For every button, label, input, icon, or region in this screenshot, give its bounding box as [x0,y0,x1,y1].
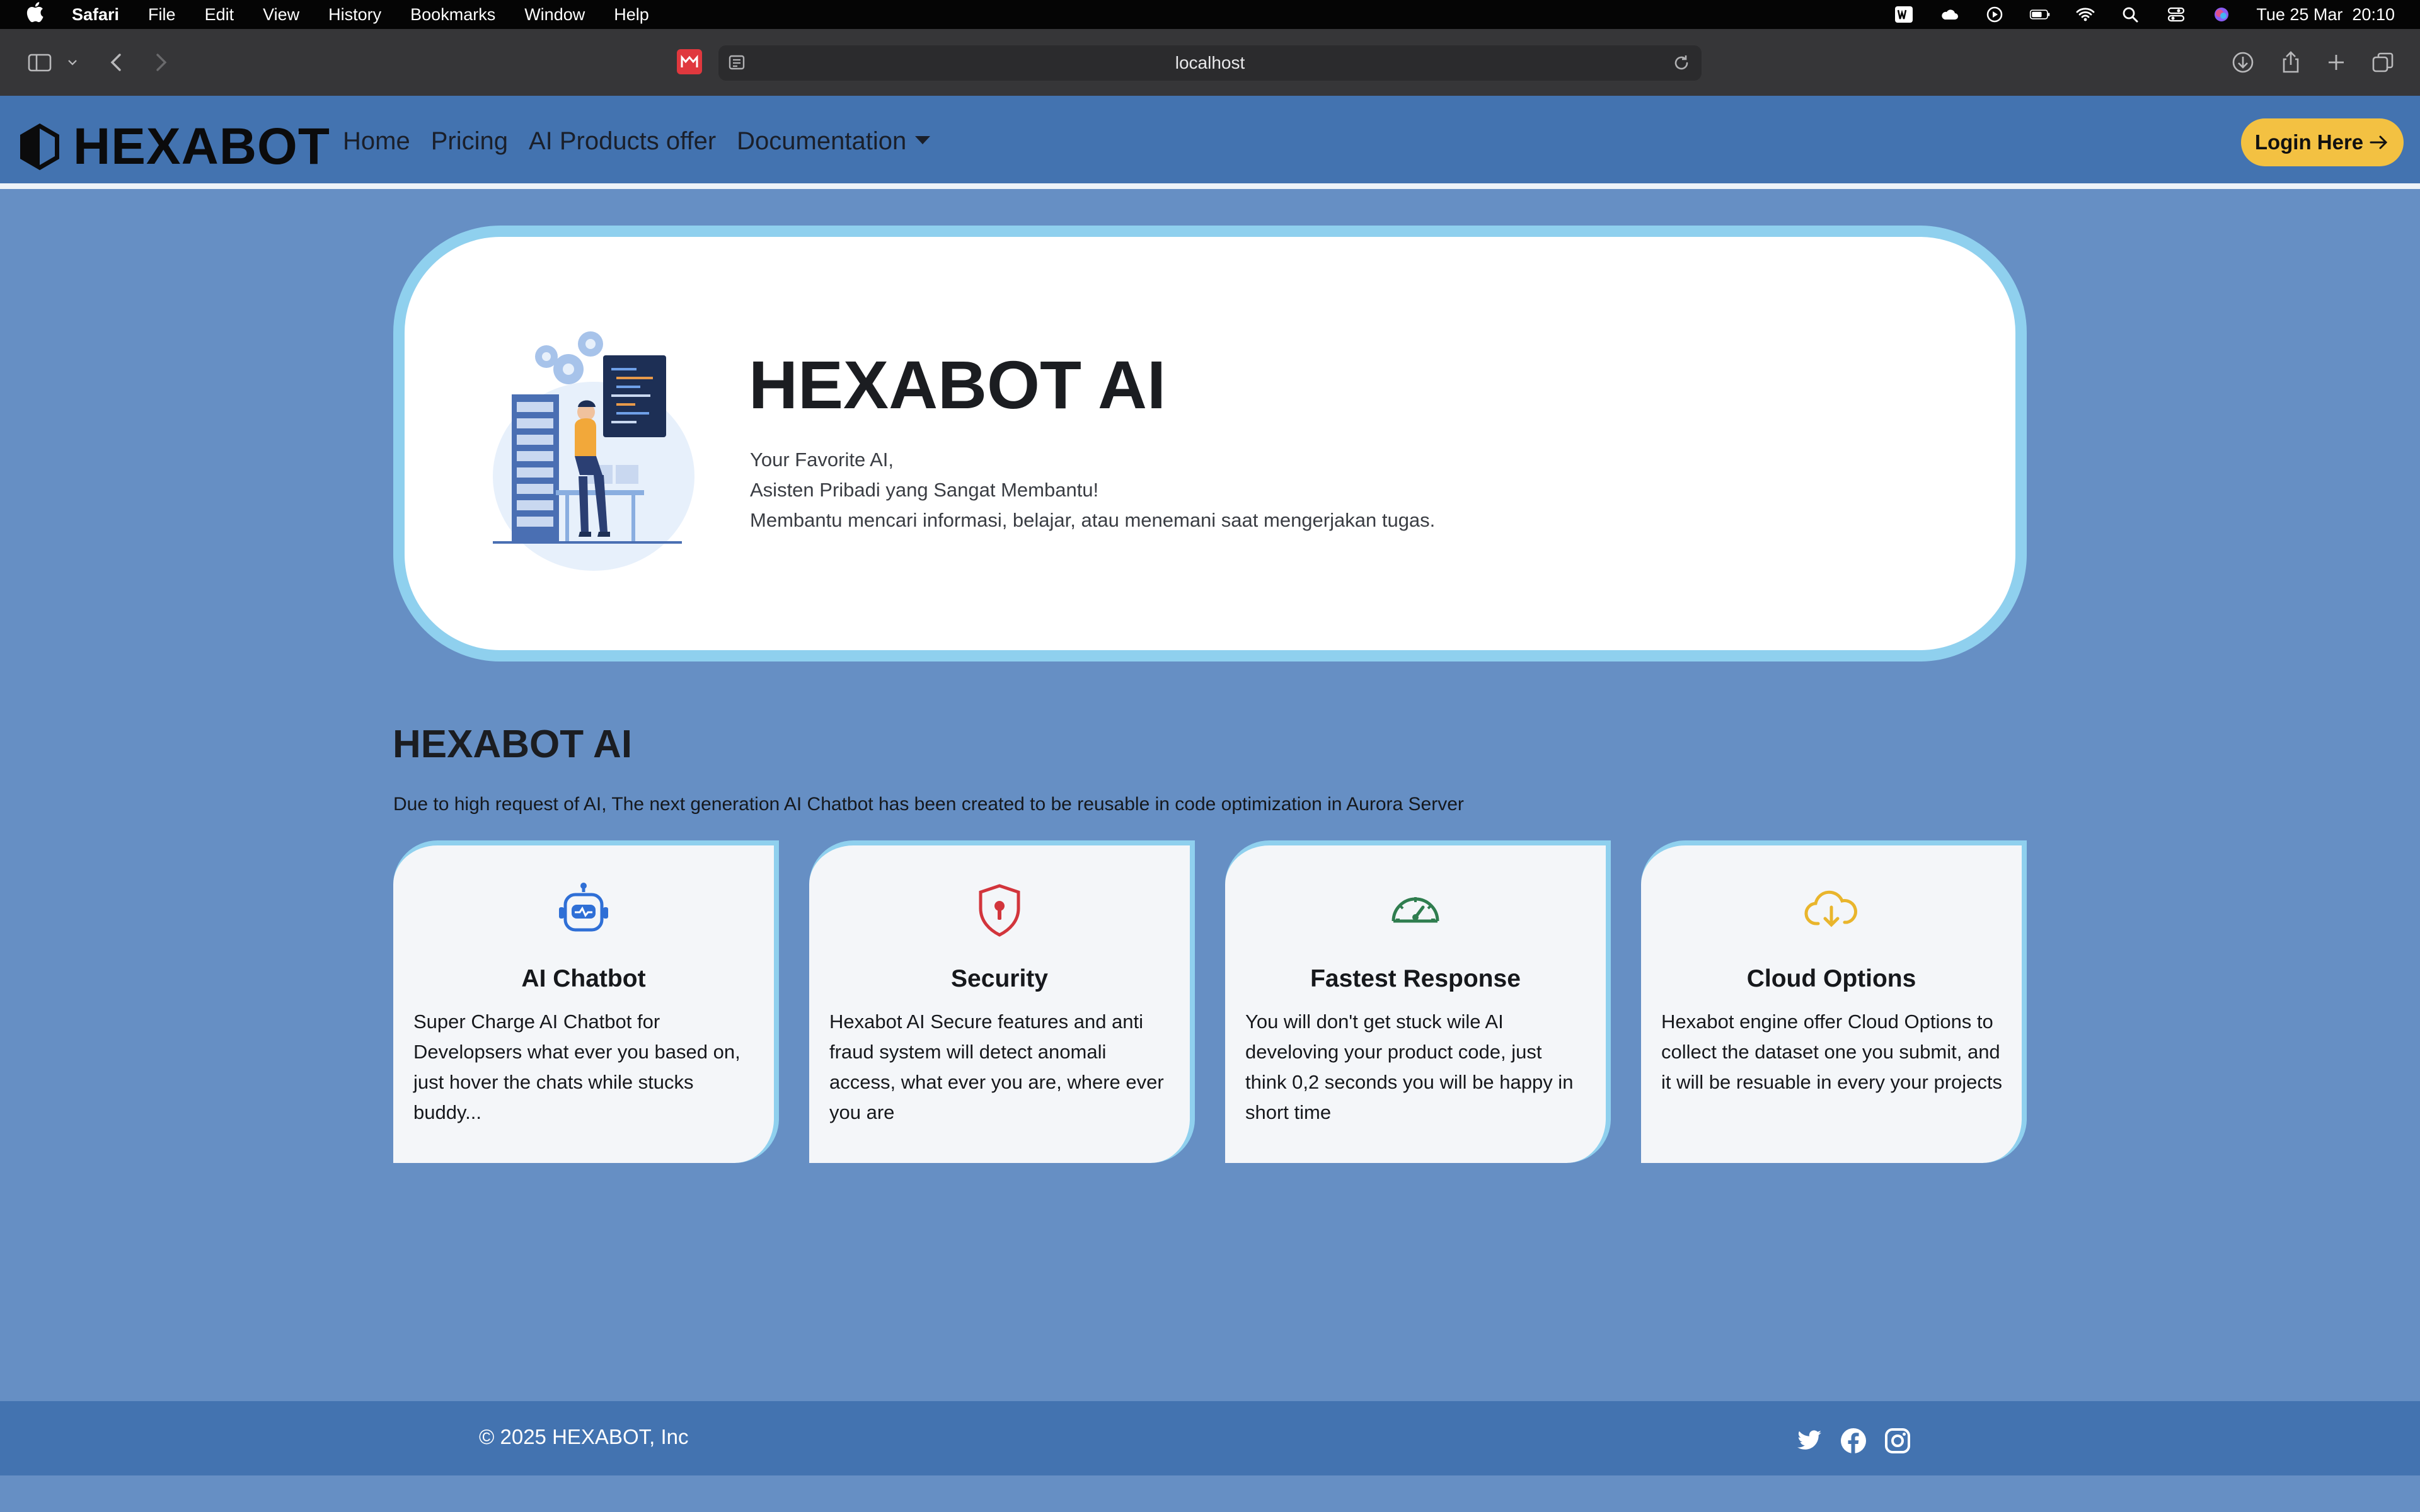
social-links [1795,1426,1912,1455]
hero-card: HEXABOT AI Your Favorite AI, Asisten Pri… [393,226,2027,662]
share-icon[interactable] [2275,29,2307,96]
back-arrow-icon[interactable] [101,29,132,96]
forward-arrow-icon[interactable] [145,29,176,96]
section-description: Due to high request of AI, The next gene… [393,794,1464,815]
copyright-text: © 2025 HEXABOT, Inc [479,1425,689,1448]
brand-logo[interactable]: HEXABOT [16,117,330,176]
menu-window[interactable]: Window [524,5,585,25]
feature-card-security[interactable]: Security Hexabot AI Secure features and … [809,840,1195,1163]
nav-link-documentation-label: Documentation [737,127,907,155]
hero-line: Asisten Pribadi yang Sangat Membantu! [750,479,1099,501]
address-bar[interactable]: localhost [718,45,1702,81]
arrow-right-icon [2370,135,2388,149]
section-title: HEXABOT AI [393,723,633,766]
menu-help[interactable]: Help [614,5,649,25]
play-circle-icon[interactable] [1984,5,2005,24]
menubar-clock[interactable]: Tue 25 Mar 20:10 [2256,5,2395,25]
feature-card-cloud-options[interactable]: Cloud Options Hexabot engine offer Cloud… [1641,840,2027,1163]
cloud-icon[interactable] [1939,5,1960,24]
reload-icon[interactable] [1671,53,1691,73]
twitter-icon[interactable] [1795,1426,1824,1455]
sidebar-toggle-icon[interactable] [24,29,55,96]
feature-card-fastest-response[interactable]: Fastest Response You will don't get stuc… [1225,840,1611,1163]
menu-history[interactable]: History [328,5,381,25]
speedometer-icon [1392,897,1439,923]
menu-bookmarks[interactable]: Bookmarks [410,5,495,25]
apple-menu-icon[interactable] [25,1,44,28]
login-button-label: Login Here [2254,130,2364,154]
card-title: Cloud Options [1746,965,1916,992]
card-title: Security [951,965,1048,992]
instagram-icon[interactable] [1883,1426,1912,1455]
menu-app-safari[interactable]: Safari [72,5,119,25]
nav-link-ai-products[interactable]: AI Products offer [529,127,716,156]
login-button[interactable]: Login Here [2241,118,2404,166]
address-bar-url[interactable]: localhost [1175,53,1245,73]
site-footer: © 2025 HEXABOT, Inc [0,1401,2420,1475]
nav-link-pricing[interactable]: Pricing [431,127,508,156]
hero-tagline: Your Favorite AI, Asisten Pribadi yang S… [750,445,1435,536]
tab-overview-icon[interactable] [2367,29,2399,96]
hero-line: Your Favorite AI, [750,449,894,471]
site-navbar: HEXABOT Home Pricing AI Products offer D… [0,96,2420,189]
card-text: You will don't get stuck wile AI develov… [1245,1011,1574,1123]
card-text: Super Charge AI Chatbot for Developsers … [413,1011,740,1123]
menu-view[interactable]: View [263,5,299,25]
spotlight-search-icon[interactable] [2120,5,2141,24]
downloads-icon[interactable] [2227,29,2259,96]
main-nav: Home Pricing AI Products offer Documenta… [343,127,951,156]
control-center-icon[interactable] [2165,5,2187,24]
shield-lock-icon [979,884,1020,937]
card-text: Hexabot AI Secure features and anti frau… [829,1011,1164,1123]
tab-group-chevron-down-icon[interactable] [63,29,82,96]
caret-down-icon [915,135,931,144]
cloud-download-icon [1804,890,1857,927]
card-title: AI Chatbot [521,965,646,992]
nav-dropdown-documentation[interactable]: Documentation [737,127,931,156]
hexagon-logo-icon [20,123,59,170]
feature-card-ai-chatbot[interactable]: AI Chatbot Super Charge AI Chatbot for D… [393,840,779,1163]
menu-edit[interactable]: Edit [205,5,234,25]
wifi-icon[interactable] [2075,5,2096,24]
card-title: Fastest Response [1310,965,1521,992]
robot-icon [559,883,608,932]
battery-icon[interactable] [2029,5,2051,24]
nav-link-home[interactable]: Home [343,127,410,156]
page-settings-icon[interactable] [727,53,746,72]
developer-illustration-icon [493,331,694,571]
site-favicon-icon [677,49,702,74]
facebook-icon[interactable] [1839,1426,1868,1455]
hero-title: HEXABOT AI [749,346,1167,423]
hero-line: Membantu mencari informasi, belajar, ata… [750,509,1436,531]
word-app-icon[interactable] [1893,5,1915,24]
siri-icon[interactable] [2211,5,2232,24]
macos-menu-bar: Safari File Edit View History Bookmarks … [0,0,2420,29]
new-tab-plus-icon[interactable] [2320,29,2352,96]
card-text: Hexabot engine offer Cloud Options to co… [1661,1011,2003,1093]
browser-toolbar: localhost [0,29,2420,96]
brand-name[interactable]: HEXABOT [73,117,330,176]
menu-file[interactable]: File [148,5,176,25]
